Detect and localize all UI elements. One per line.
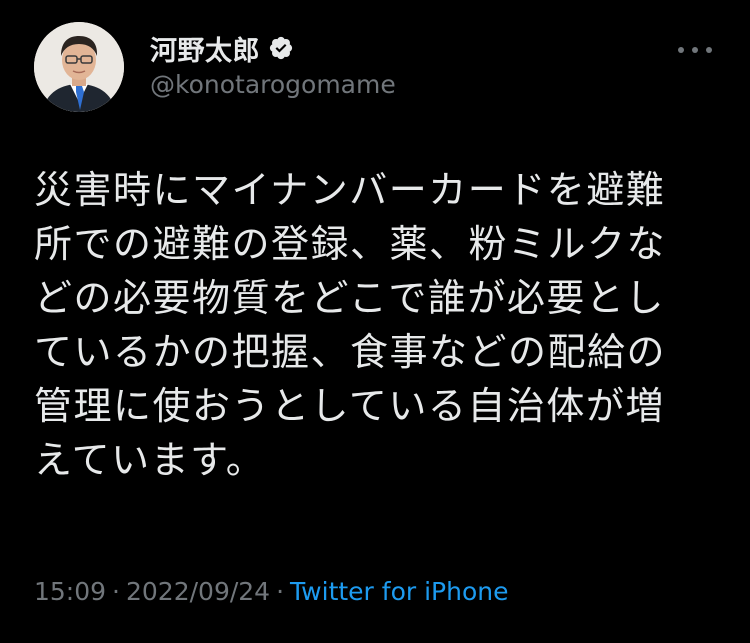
name-row: 河野太郎	[150, 29, 396, 68]
author-avatar[interactable]	[34, 22, 124, 112]
author-info: 河野太郎 @konotarogomame	[150, 29, 396, 100]
tweet-text: 災害時にマイナンバーカードを避難 所での避難の登録、薬、粉ミルクな どの必要物質…	[34, 163, 724, 487]
tweet-source-link[interactable]: Twitter for iPhone	[290, 577, 508, 606]
meta-separator: ·	[276, 577, 285, 606]
tweet-text-line: えています。	[34, 438, 266, 482]
more-dot-icon	[692, 47, 698, 53]
verified-badge-icon	[269, 36, 293, 60]
tweet-text-line: どの必要物質をどこで誰が必要とし	[34, 276, 665, 320]
more-dot-icon	[678, 47, 684, 53]
tweet-date[interactable]: 2022/09/24	[126, 577, 270, 606]
more-options-button[interactable]	[678, 44, 712, 56]
tweet-time[interactable]: 15:09	[34, 577, 106, 606]
tweet-text-line: 管理に使おうとしている自治体が増	[34, 384, 665, 428]
avatar-photo-icon	[34, 22, 124, 112]
tweet-text-line: 災害時にマイナンバーカードを避難	[34, 168, 666, 212]
tweet-meta: 15:09 · 2022/09/24 · Twitter for iPhone	[34, 577, 509, 606]
meta-separator: ·	[112, 577, 120, 606]
tweet-text-line: ているかの把握、食事などの配給の	[34, 330, 667, 374]
author-handle[interactable]: @konotarogomame	[150, 70, 396, 99]
tweet-text-line: 所での避難の登録、薬、粉ミルクな	[34, 222, 667, 266]
more-dot-icon	[706, 47, 712, 53]
tweet-card: 河野太郎 @konotarogomame 災害時にマイナンバーカードを避難 所で…	[0, 0, 750, 643]
author-display-name[interactable]: 河野太郎	[150, 29, 260, 68]
